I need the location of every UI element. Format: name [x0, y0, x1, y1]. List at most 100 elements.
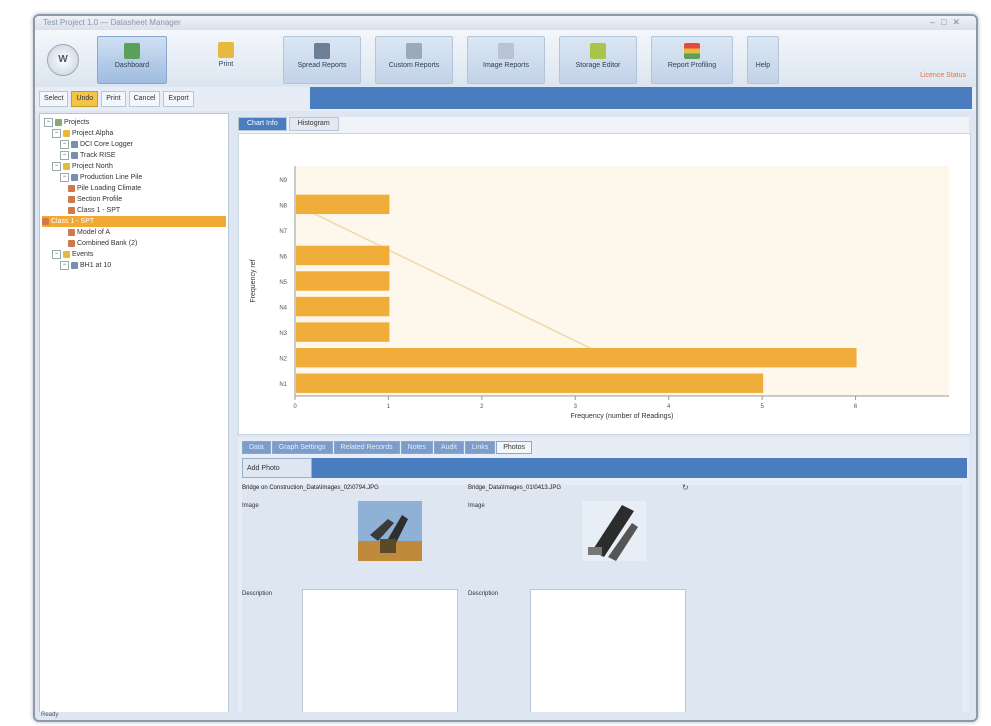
cancel-tool-button[interactable]: Cancel	[128, 91, 161, 107]
tree-node[interactable]: Class 1 - SPT	[68, 205, 120, 216]
tree-node[interactable]: Combined Bank (2)	[68, 238, 137, 249]
expand-toggle-icon[interactable]: −	[60, 150, 69, 160]
tree-node[interactable]: Model of A	[68, 227, 110, 238]
x-tick-label: 1	[387, 404, 391, 410]
print-tool-button[interactable]: Print	[101, 91, 126, 107]
ribbon-spread-reports-button[interactable]: Spread Reports	[283, 36, 361, 84]
y-tick-label: N4	[279, 306, 287, 312]
tree-node-label: Class 1 - SPT	[51, 218, 95, 225]
details-tab[interactable]: Photos	[496, 441, 533, 454]
chart-tabs: Chart Info Histogram	[238, 117, 341, 131]
photo-thumbnail-2[interactable]	[582, 501, 646, 561]
chart-bar	[296, 296, 390, 317]
photo-file-2[interactable]: Bridge_Data\Images_01\0413.JPG	[468, 485, 561, 491]
print-icon	[218, 42, 234, 58]
window-controls[interactable]: –□✕	[930, 17, 966, 28]
tree-node[interactable]: − Events	[52, 249, 93, 260]
dashboard-icon	[124, 43, 140, 59]
tree-node-label: Project North	[72, 163, 113, 170]
tree-node-icon	[68, 184, 75, 192]
tree-node-icon	[63, 129, 70, 137]
tree-node-icon	[63, 250, 70, 258]
expand-toggle-icon[interactable]: −	[60, 172, 69, 182]
expand-toggle-icon[interactable]: −	[60, 139, 69, 149]
chart-bar	[296, 245, 390, 266]
ribbon-print-button[interactable]: Print	[203, 36, 249, 82]
tree-node-label: Projects	[64, 119, 90, 126]
expand-toggle-icon[interactable]: −	[44, 117, 53, 127]
status-bar: Ready	[35, 712, 976, 720]
tree-node[interactable]: − DCI Core Logger	[60, 139, 133, 150]
tree-node[interactable]: − Projects	[44, 117, 89, 128]
tree-node[interactable]: Class 1 - SPT	[42, 216, 226, 227]
image-label-1: Image	[242, 503, 259, 509]
tree-node-icon	[63, 162, 70, 170]
tree-node-icon	[68, 228, 75, 236]
details-tab[interactable]: Data	[242, 441, 271, 454]
ribbon-dashboard-button[interactable]: Dashboard	[97, 36, 167, 84]
photo-file-1[interactable]: Bridge on Construction_Data\Images_02\07…	[242, 485, 379, 491]
ribbon-image-reports-button[interactable]: Image Reports	[467, 36, 545, 84]
y-tick-label: N7	[279, 229, 287, 235]
ribbon-storage-editor-button[interactable]: Storage Editor	[559, 36, 637, 84]
y-tick-label: N6	[279, 254, 287, 260]
add-photo-button[interactable]: Add Photo	[242, 458, 312, 478]
details-tab[interactable]: Audit	[433, 441, 464, 454]
steel-beam-photo-image	[582, 501, 646, 561]
x-tick-label: 6	[854, 404, 858, 410]
tree-node[interactable]: Pile Loading Climate	[68, 183, 141, 194]
description-field-2[interactable]	[530, 589, 686, 713]
expand-toggle-icon[interactable]: −	[52, 128, 61, 138]
tree-node[interactable]: Section Profile	[68, 194, 122, 205]
expand-toggle-icon[interactable]: −	[60, 260, 69, 270]
chart-bar	[296, 347, 857, 368]
tree-node-icon	[68, 206, 75, 214]
tree-node[interactable]: − Project North	[52, 161, 113, 172]
title-bar: Test Project 1.0 — Datasheet Manager –□✕	[35, 16, 976, 30]
tree-node[interactable]: − BH1 at 10	[60, 260, 111, 271]
tab-chart-info[interactable]: Chart Info	[238, 117, 287, 131]
select-tool-button[interactable]: Select	[39, 91, 69, 107]
tree-node-icon	[68, 195, 75, 203]
tree-node-label: Pile Loading Climate	[77, 185, 142, 192]
app-window: Test Project 1.0 — Datasheet Manager –□✕…	[33, 14, 978, 722]
tree-node[interactable]: − Production Line Pile	[60, 172, 142, 183]
details-tab[interactable]: Links	[464, 441, 496, 454]
licence-status[interactable]: Licence Status	[920, 72, 966, 79]
y-axis-title: Frequency ref	[250, 259, 257, 302]
tree-node-label: BH1 at 10	[80, 262, 112, 269]
expand-toggle-icon[interactable]: −	[52, 161, 61, 171]
ribbon-custom-reports-button[interactable]: Custom Reports	[375, 36, 453, 84]
details-tab[interactable]: Notes	[400, 441, 433, 454]
tree-node-icon	[68, 239, 75, 247]
details-tab[interactable]: Graph Settings	[271, 441, 333, 454]
tree-node-label: Events	[72, 251, 94, 258]
bridge-photo-image	[358, 501, 422, 561]
ribbon-help-button[interactable]: Help	[747, 36, 779, 84]
undo-tool-button[interactable]: Undo	[71, 91, 99, 107]
tab-histogram[interactable]: Histogram	[288, 117, 339, 131]
image-reports-icon	[498, 43, 514, 59]
chart-bar	[296, 271, 390, 291]
photos-grid: Bridge on Construction_Data\Images_02\07…	[242, 483, 962, 713]
photos-toolbar: Add Photo	[242, 458, 967, 478]
details-tab[interactable]: Related Records	[333, 441, 400, 454]
export-tool-button[interactable]: Export	[163, 91, 194, 107]
histogram-chart: N1 N2 N3 N4 N5 N6 N7 N8 N9 0 1 2 3 4 5 6 Frequency (numb…	[238, 133, 971, 435]
refresh-icon[interactable]: ↻	[682, 483, 689, 492]
tree-node[interactable]: − Project Alpha	[52, 128, 113, 139]
custom-reports-icon	[406, 43, 422, 59]
tree-node-icon	[71, 140, 78, 148]
expand-toggle-icon[interactable]: −	[52, 249, 61, 259]
tree-node-label: Project Alpha	[72, 130, 114, 137]
details-tabs: Data Graph Settings Related Records Notes Au…	[242, 441, 533, 454]
photo-thumbnail-1[interactable]	[358, 501, 422, 561]
tree-node-label: Combined Bank (2)	[77, 240, 138, 247]
help-icon	[755, 43, 771, 59]
ribbon-report-profiling-button[interactable]: Report Profiling	[651, 36, 733, 84]
project-tree[interactable]: − Projects − Project Alpha − DCI Core Logger −…	[39, 113, 229, 718]
description-label-1: Description	[242, 591, 273, 597]
description-field-1[interactable]	[302, 589, 458, 713]
app-menu-button[interactable]: W	[47, 44, 79, 76]
tree-node[interactable]: − Track RISE	[60, 150, 116, 161]
